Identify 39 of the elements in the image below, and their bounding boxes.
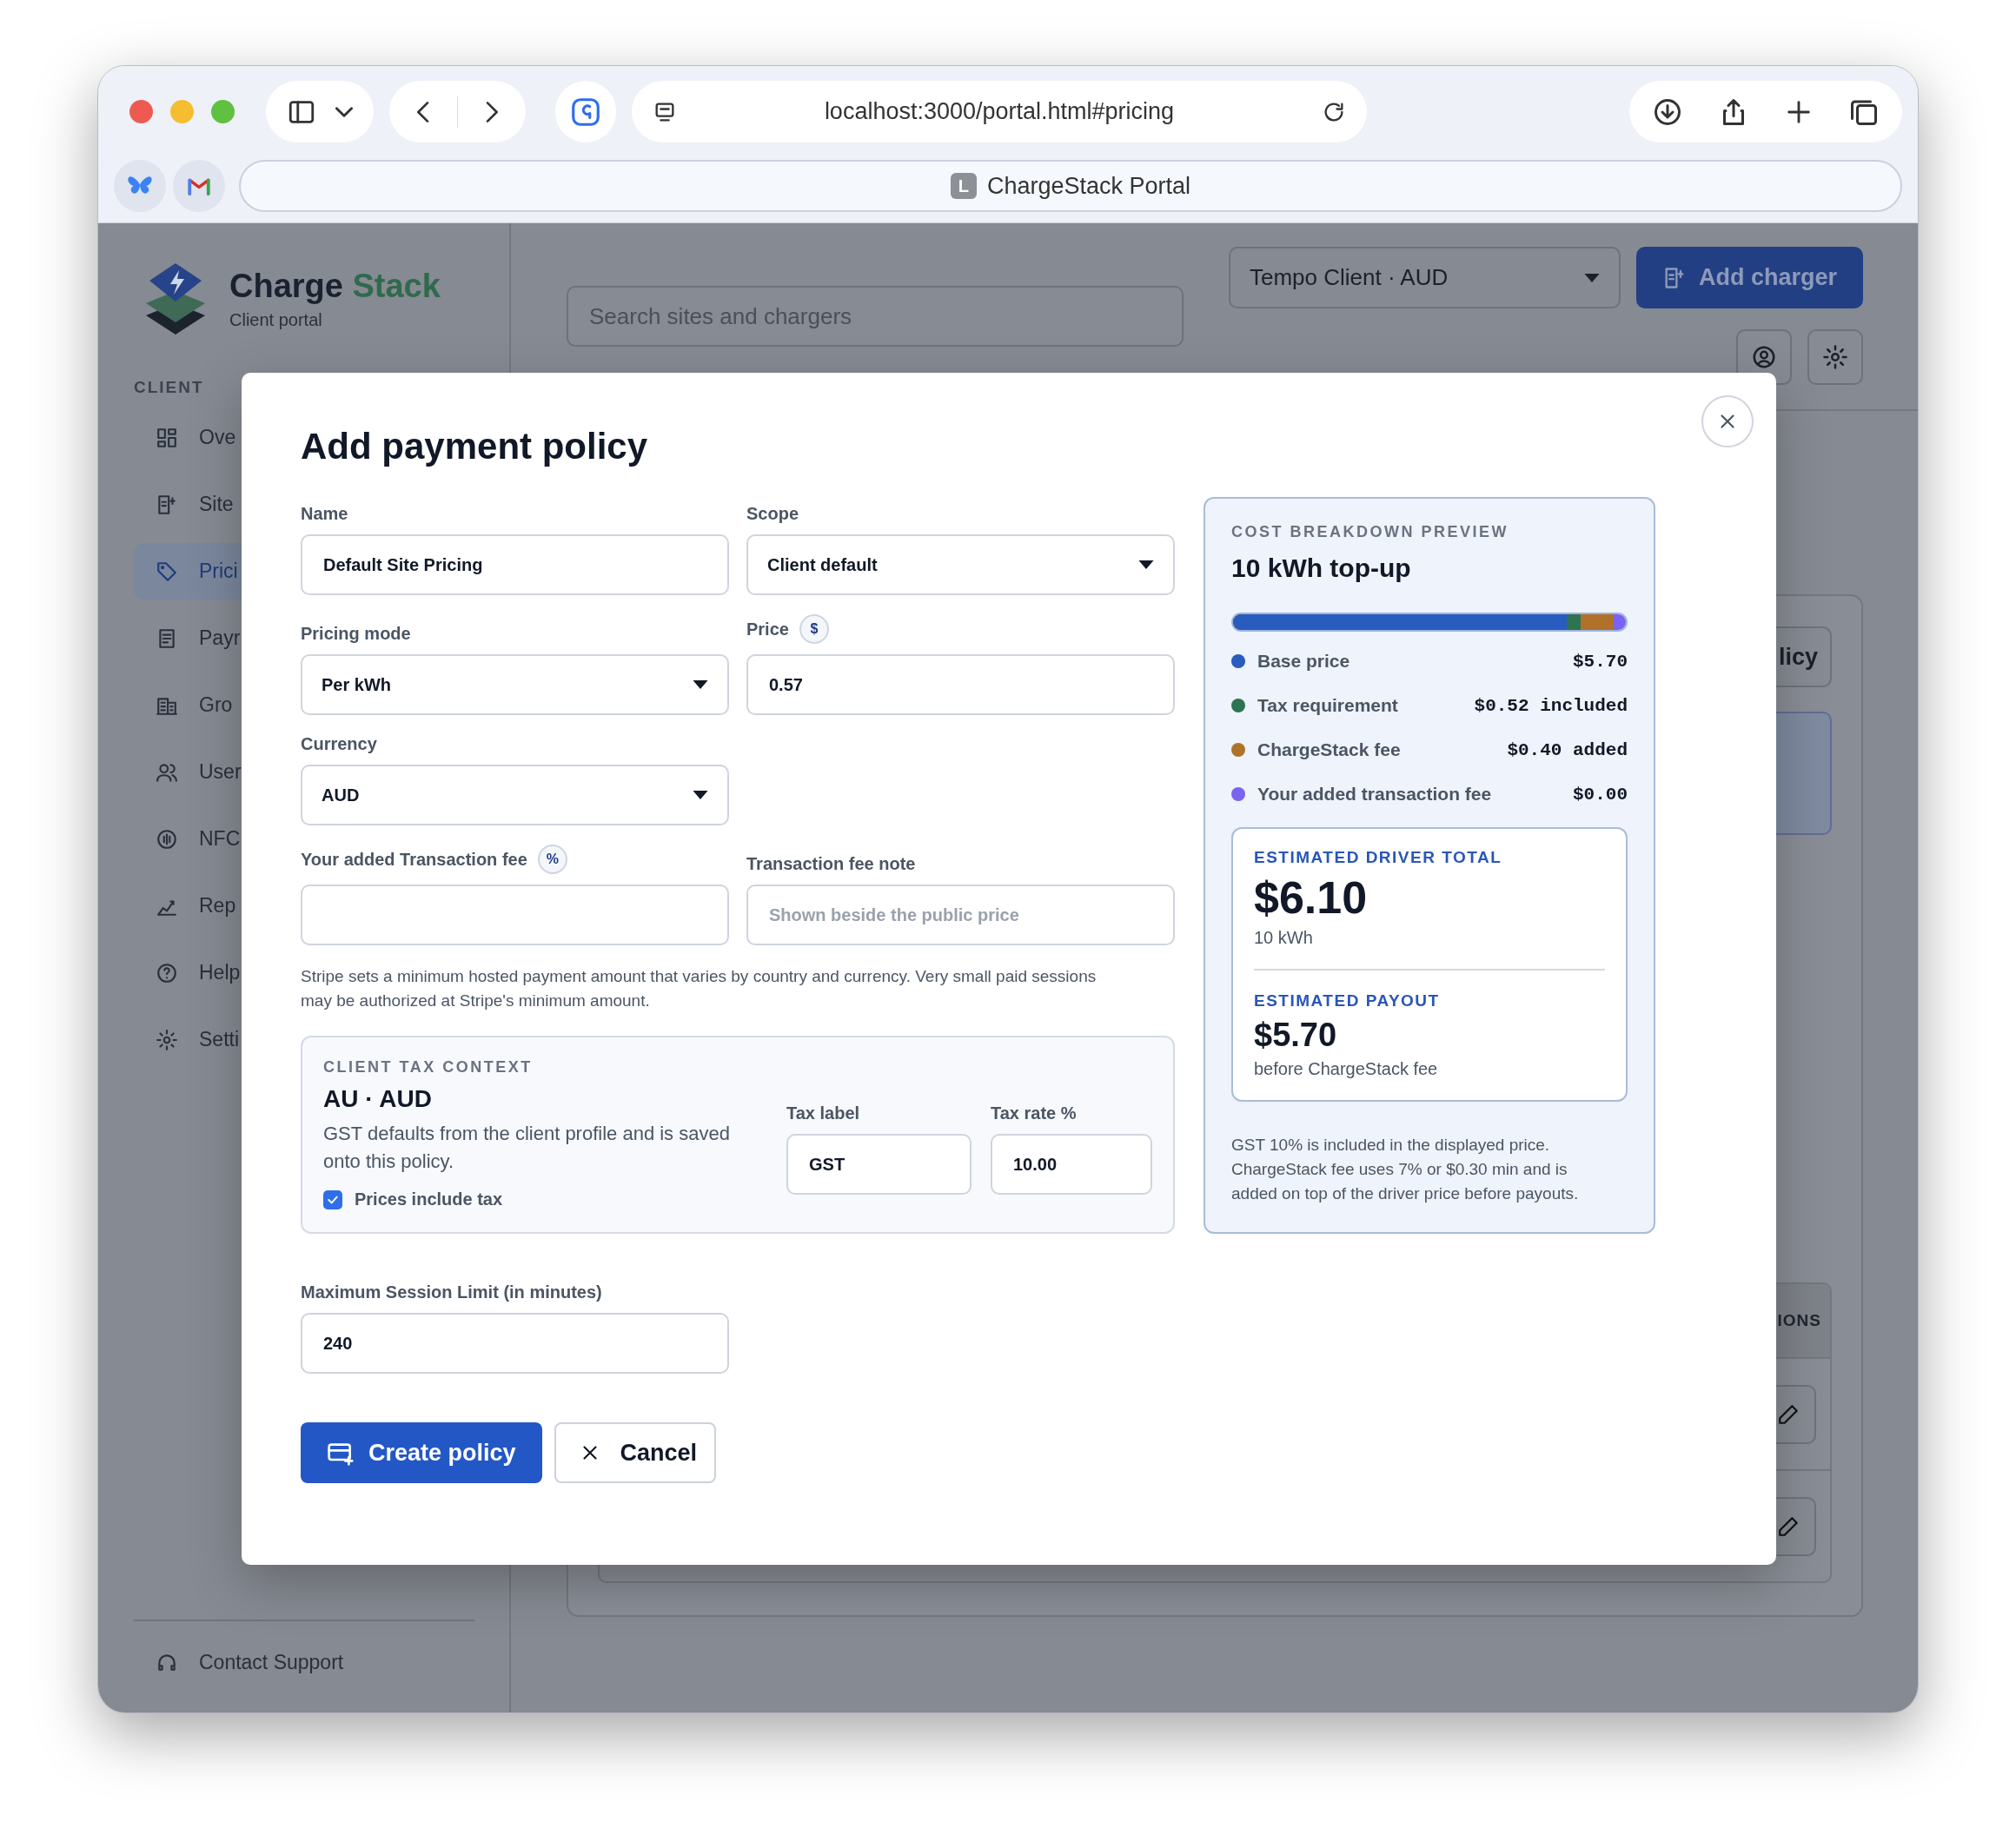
cost-label: ChargeStack fee [1257, 739, 1401, 760]
cost-label: Base price [1257, 651, 1350, 672]
preview-title: 10 kWh top-up [1231, 553, 1412, 583]
field-label: Price [746, 619, 789, 639]
field-label: Pricing mode [301, 624, 411, 644]
total-amount: $6.10 [1254, 871, 1369, 924]
estimate-note: before ChargeStack fee [1254, 1059, 1439, 1079]
field-label: Tax rate % [991, 1103, 1077, 1123]
cost-label: Tax requirement [1257, 695, 1398, 716]
footnote-text: GST 10% is included in the displayed price. ChargeStack fee uses 7% or $0.30 min and is added on top of the driver price before payouts. [1231, 1135, 1580, 1204]
brand-name: Charge Stack [229, 268, 441, 305]
payout-amount: $5.70 [1254, 1016, 1338, 1055]
field-label: Currency [301, 734, 377, 754]
column-header: IONS [1777, 1311, 1821, 1330]
description-text: GST defaults from the client profile and is saved onto this policy. [323, 1122, 731, 1174]
region-title: AU · AUD [323, 1085, 433, 1113]
field-label: Maximum Session Limit (in minutes) [301, 1282, 602, 1302]
cost-label: Your added transaction fee [1257, 784, 1492, 805]
field-label: Name [301, 504, 348, 524]
unit-badge: $ [799, 614, 829, 644]
field-label: Your added Transaction fee [301, 849, 527, 870]
field-label: Scope [746, 504, 799, 524]
cost-value: $5.70 [1573, 651, 1628, 672]
dialog-title: Add payment policy [301, 425, 649, 468]
section-heading: CLIENT [134, 378, 205, 397]
checkbox-label: Prices include tax [355, 1189, 503, 1209]
estimate-label: ESTIMATED DRIVER TOTAL [1254, 848, 1503, 867]
unit-badge: % [537, 845, 567, 874]
field-label: Tax label [786, 1103, 860, 1123]
cost-value: $0.40 added [1507, 739, 1628, 760]
card-heading: COST BREAKDOWN PREVIEW [1231, 523, 1509, 541]
brand-subtitle: Client portal [229, 310, 323, 330]
cost-value: $0.52 included [1474, 695, 1628, 716]
estimate-note: 10 kWh [1254, 928, 1314, 948]
estimate-label: ESTIMATED PAYOUT [1254, 991, 1441, 1010]
card-heading: CLIENT TAX CONTEXT [323, 1058, 534, 1077]
help-text: Stripe sets a minimum hosted payment amount that varies by country and currency. Very small paid sessions may be authorized at Stripe's minimum amount. [301, 966, 1098, 1011]
cost-value: $0.00 [1573, 784, 1628, 805]
field-label: Transaction fee note [746, 854, 916, 874]
